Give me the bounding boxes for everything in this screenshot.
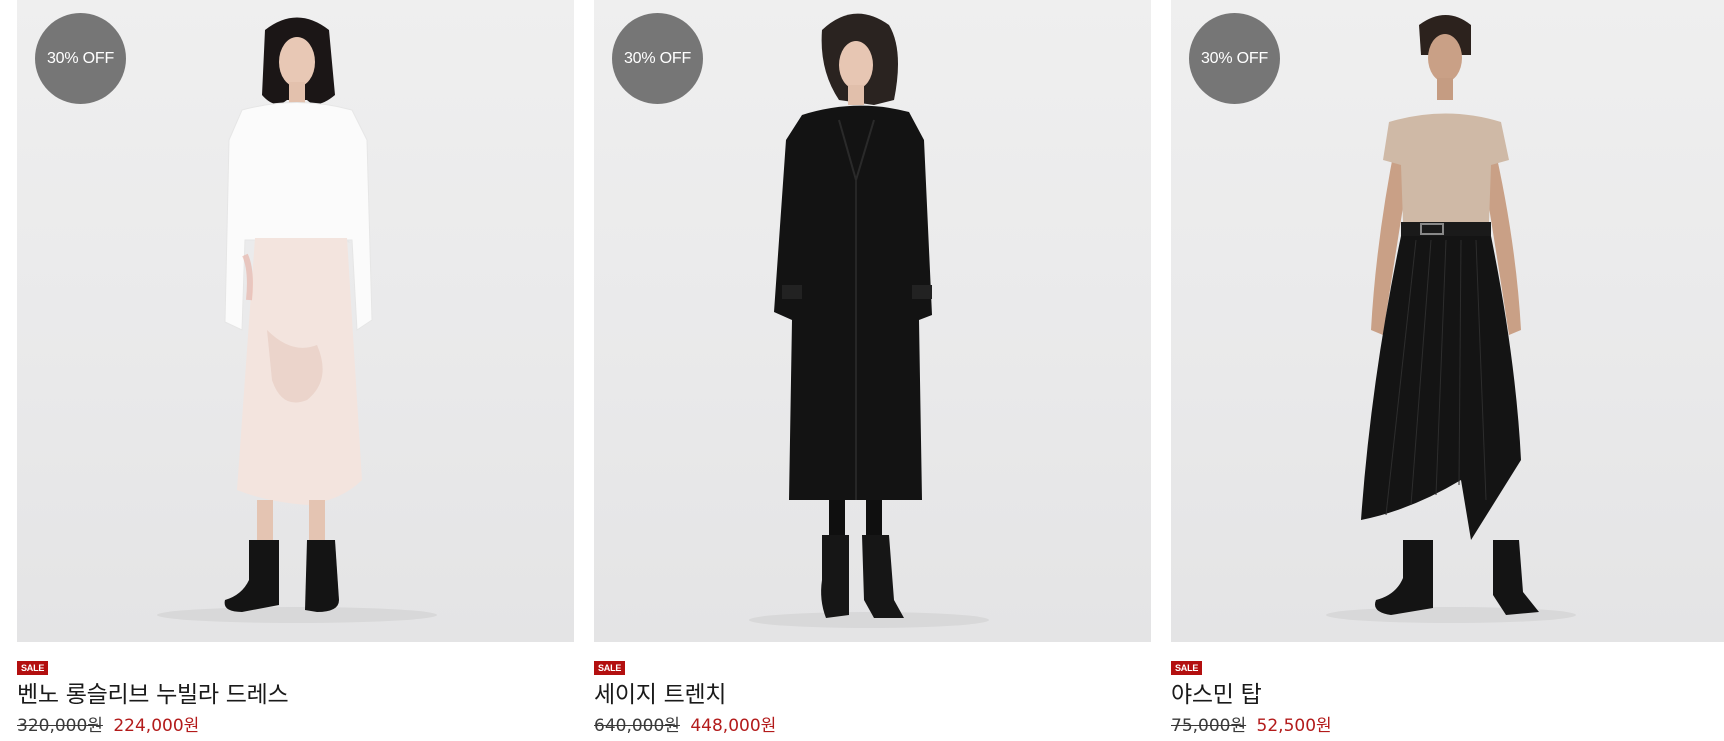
discount-badge: 30% OFF — [1189, 13, 1280, 104]
sale-price: 448,000원 — [690, 716, 777, 736]
product-name[interactable]: 야스민 탑 — [1171, 680, 1724, 710]
price-row: 640,000원 448,000원 — [594, 715, 1151, 737]
price-row: 75,000원 52,500원 — [1171, 715, 1724, 737]
original-price: 640,000원 — [594, 716, 680, 736]
sale-tag: SALE — [1171, 661, 1203, 675]
original-price: 320,000원 — [17, 716, 103, 736]
sale-price: 224,000원 — [113, 716, 200, 736]
sale-tag: SALE — [17, 661, 49, 675]
discount-badge: 30% OFF — [35, 13, 126, 104]
product-grid: 30% OFF SALE 벤노 롱슬리브 누빌라 드레스 320,000원 22… — [0, 0, 1724, 741]
product-card[interactable]: 30% OFF SALE 세이지 트렌치 640,000원 448,000원 — [594, 0, 1151, 741]
original-price: 75,000원 — [1171, 716, 1247, 736]
product-name[interactable]: 벤노 롱슬리브 누빌라 드레스 — [17, 680, 574, 710]
product-image[interactable]: 30% OFF — [594, 0, 1151, 642]
sale-tag: SALE — [594, 661, 626, 675]
discount-badge: 30% OFF — [612, 13, 703, 104]
sale-price: 52,500원 — [1256, 716, 1332, 736]
price-row: 320,000원 224,000원 — [17, 715, 574, 737]
product-image[interactable]: 30% OFF — [1171, 0, 1724, 642]
product-card[interactable]: 30% OFF SALE 야스민 탑 75,000원 52,500원 — [1171, 0, 1724, 741]
product-image[interactable]: 30% OFF — [17, 0, 574, 642]
product-card[interactable]: 30% OFF SALE 벤노 롱슬리브 누빌라 드레스 320,000원 22… — [17, 0, 574, 741]
product-name[interactable]: 세이지 트렌치 — [594, 680, 1151, 710]
